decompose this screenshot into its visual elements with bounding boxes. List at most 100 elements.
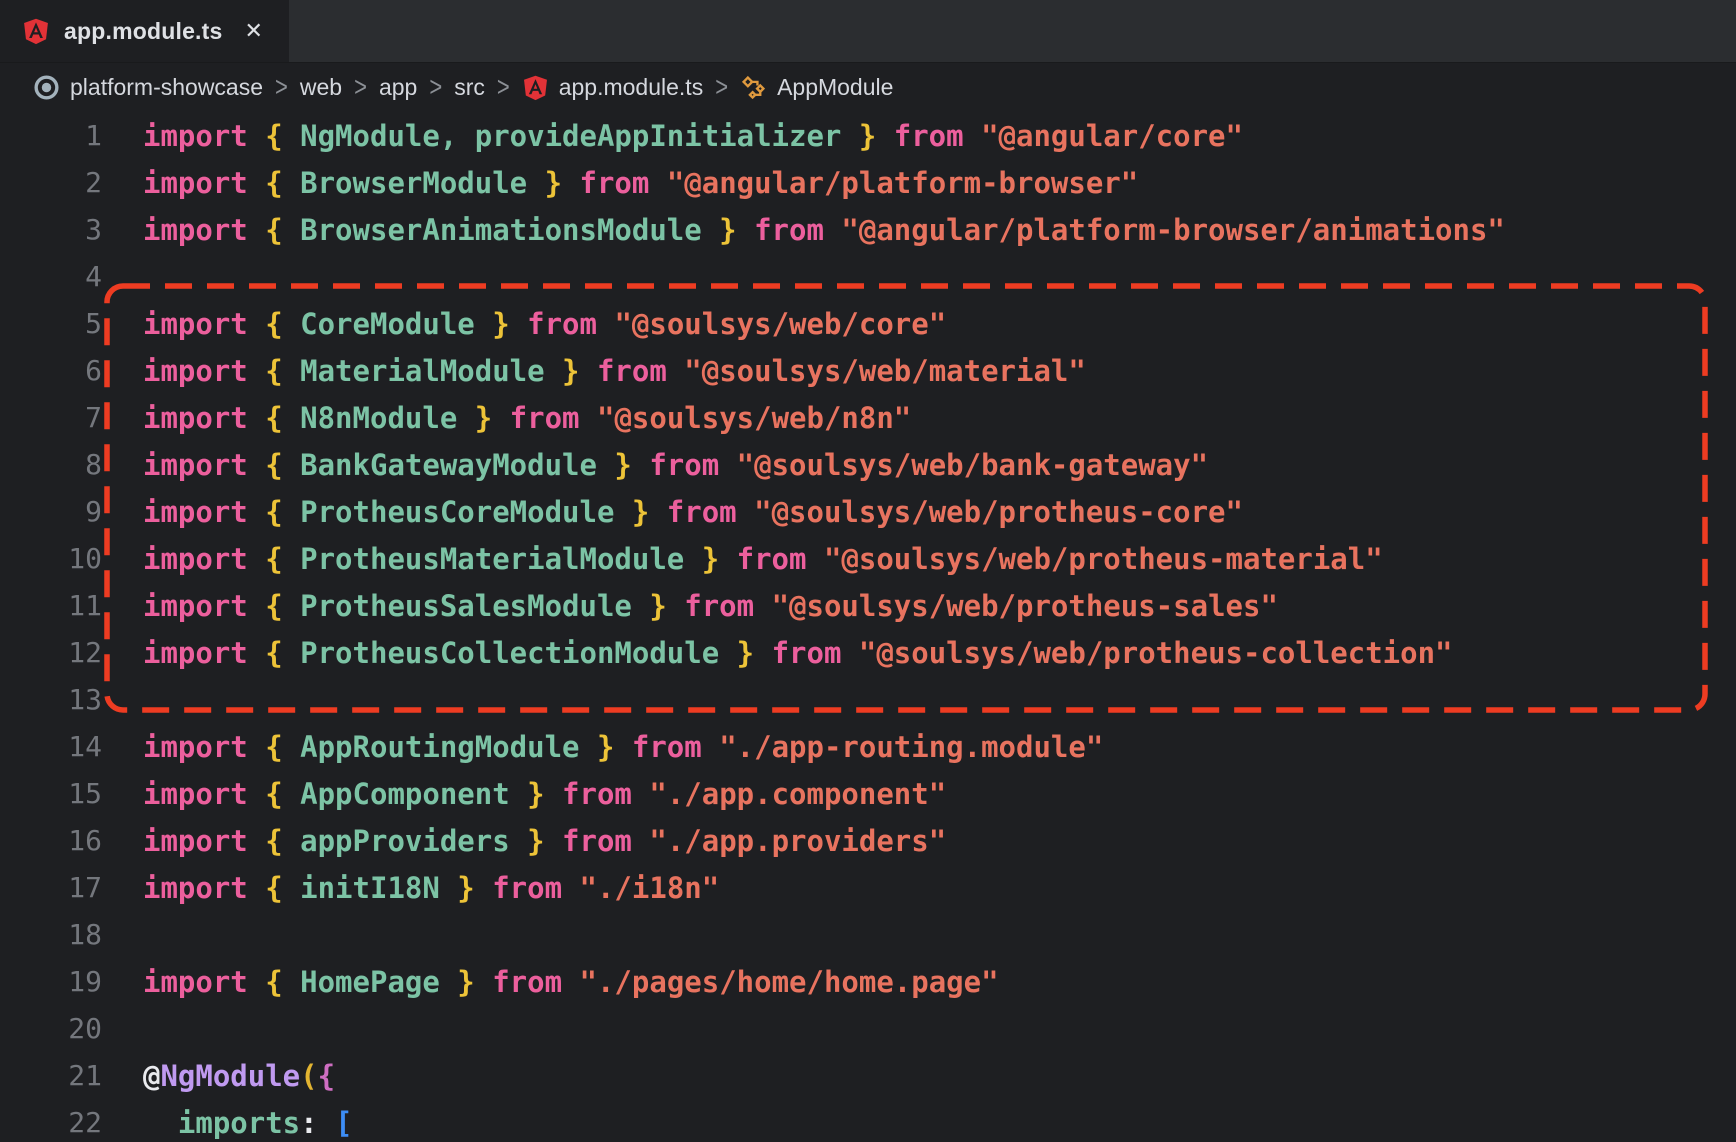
code-line[interactable]: 3 import { BrowserAnimationsModule } from… xyxy=(0,206,1736,253)
code-token: { xyxy=(265,636,300,670)
code-token: initI18N xyxy=(300,871,457,905)
code-line[interactable]: 12import { ProtheusCollectionModule } fr… xyxy=(0,629,1736,676)
code-line[interactable]: 16import { appProviders } from "./app.pr… xyxy=(0,817,1736,864)
code-line-content: import { ProtheusSalesModule } from "@so… xyxy=(143,589,1278,623)
line-number[interactable]: 8 xyxy=(0,448,102,481)
code-line[interactable]: 13 xyxy=(0,676,1736,723)
line-number[interactable]: 3 xyxy=(0,213,102,246)
code-token: } xyxy=(492,307,527,341)
code-line[interactable]: 4 xyxy=(0,253,1736,300)
line-number[interactable]: 6 xyxy=(0,354,102,387)
code-line[interactable]: 22 imports: [ xyxy=(0,1099,1736,1142)
line-number[interactable]: 19 xyxy=(0,965,102,998)
breadcrumb-item-appmodule[interactable]: AppModule xyxy=(740,74,893,101)
code-token: { xyxy=(265,401,300,435)
code-token: "@angular/platform-browser/animations" xyxy=(841,213,1504,247)
line-number[interactable]: 14 xyxy=(0,730,102,763)
code-token: } xyxy=(475,401,510,435)
code-token: from xyxy=(894,119,981,153)
code-token: AppRoutingModule xyxy=(300,730,597,764)
line-number[interactable]: 4 xyxy=(0,260,102,293)
line-number[interactable]: 11 xyxy=(0,589,102,622)
code-token: import xyxy=(143,354,265,388)
code-line[interactable]: 14 import { AppRoutingModule } from "./ap… xyxy=(0,723,1736,770)
code-editor[interactable]: 1 import { NgModule, provideAppInitialize… xyxy=(0,112,1736,1142)
breadcrumb-label: AppModule xyxy=(777,74,893,101)
code-token: import xyxy=(143,213,265,247)
code-line[interactable]: 17import { initI18N } from "./i18n" xyxy=(0,864,1736,911)
code-token: from xyxy=(527,307,614,341)
code-line[interactable]: 18 xyxy=(0,911,1736,958)
code-line[interactable]: 20 xyxy=(0,1005,1736,1052)
code-token: "@soulsys/web/protheus-core" xyxy=(754,495,1243,529)
breadcrumb-label: src xyxy=(454,74,485,101)
breadcrumb-item-web[interactable]: web xyxy=(300,74,342,101)
breadcrumb-label: app.module.ts xyxy=(559,74,703,101)
code-line[interactable]: 19import { HomePage } from "./pages/home… xyxy=(0,958,1736,1005)
code-token: appProviders xyxy=(300,824,527,858)
code-token: ProtheusSalesModule xyxy=(300,589,649,623)
line-number[interactable]: 2 xyxy=(0,166,102,199)
code-line[interactable]: 5import { CoreModule } from "@soulsys/we… xyxy=(0,300,1736,347)
code-token: CoreModule xyxy=(300,307,492,341)
code-line[interactable]: 8import { BankGatewayModule } from "@sou… xyxy=(0,441,1736,488)
code-line[interactable]: 7 import { N8nModule } from "@soulsys/web… xyxy=(0,394,1736,441)
code-token: "./i18n" xyxy=(580,871,720,905)
code-line[interactable]: 10import { ProtheusMaterialModule } from… xyxy=(0,535,1736,582)
line-number[interactable]: 1 xyxy=(0,119,102,152)
code-line[interactable]: 15import { AppComponent } from "./app.co… xyxy=(0,770,1736,817)
line-number[interactable]: 16 xyxy=(0,824,102,857)
breadcrumb-label: platform-showcase xyxy=(70,74,263,101)
line-number[interactable]: 13 xyxy=(0,683,102,716)
line-number[interactable]: 12 xyxy=(0,636,102,669)
code-token: { xyxy=(265,166,300,200)
line-number[interactable]: 10 xyxy=(0,542,102,575)
code-line-content: import { BrowserModule } from "@angular/… xyxy=(143,166,1138,200)
line-number[interactable]: 22 xyxy=(0,1106,102,1139)
code-token: } xyxy=(632,495,667,529)
code-line[interactable]: 2 import { BrowserModule } from "@angular… xyxy=(0,159,1736,206)
code-token: { xyxy=(265,354,300,388)
code-line-content: import { N8nModule } from "@soulsys/web/… xyxy=(143,401,911,435)
line-number[interactable]: 20 xyxy=(0,1012,102,1045)
line-number[interactable]: 17 xyxy=(0,871,102,904)
close-icon[interactable]: ✕ xyxy=(245,20,263,42)
tab-app-module-ts[interactable]: app.module.ts ✕ xyxy=(0,0,289,62)
code-token: } xyxy=(457,871,492,905)
tab-title: app.module.ts xyxy=(64,18,223,45)
angular-icon xyxy=(522,74,549,101)
code-token: } xyxy=(719,213,754,247)
code-token: { xyxy=(265,307,300,341)
code-line[interactable]: 9import { ProtheusCoreModule } from "@so… xyxy=(0,488,1736,535)
code-token: from xyxy=(737,542,824,576)
breadcrumb-item-platform-showcase[interactable]: platform-showcase xyxy=(33,74,263,101)
breadcrumb-item-app-module-ts[interactable]: app.module.ts xyxy=(522,74,703,101)
line-number[interactable]: 15 xyxy=(0,777,102,810)
code-token: N8nModule xyxy=(300,401,475,435)
code-token: import xyxy=(143,636,265,670)
code-line[interactable]: 6import { MaterialModule } from "@soulsy… xyxy=(0,347,1736,394)
code-token: BrowserAnimationsModule xyxy=(300,213,719,247)
code-token: "./app-routing.module" xyxy=(719,730,1103,764)
code-line[interactable]: 11 import { ProtheusSalesModule } from "@… xyxy=(0,582,1736,629)
line-number[interactable]: 5 xyxy=(0,307,102,340)
code-token: from xyxy=(684,589,771,623)
line-number[interactable]: 7 xyxy=(0,401,102,434)
code-token: [ xyxy=(335,1106,352,1140)
breadcrumb-item-src[interactable]: src xyxy=(454,74,485,101)
code-token: MaterialModule xyxy=(300,354,562,388)
line-number[interactable]: 9 xyxy=(0,495,102,528)
code-token: from xyxy=(649,448,736,482)
code-token: NgModule, provideAppInitializer xyxy=(300,119,859,153)
breadcrumb-item-app[interactable]: app xyxy=(379,74,417,101)
code-token: "@soulsys/web/material" xyxy=(684,354,1086,388)
code-line-content: import { BrowserAnimationsModule } from … xyxy=(143,213,1505,247)
line-number[interactable]: 21 xyxy=(0,1059,102,1092)
code-line-content: import { AppRoutingModule } from "./app-… xyxy=(143,730,1103,764)
code-line[interactable]: 21@NgModule({ xyxy=(0,1052,1736,1099)
code-token: "./app.providers" xyxy=(649,824,946,858)
code-line[interactable]: 1import { NgModule, provideAppInitialize… xyxy=(0,112,1736,159)
line-number[interactable]: 18 xyxy=(0,918,102,951)
code-token: } xyxy=(737,636,772,670)
code-token: { xyxy=(265,777,300,811)
